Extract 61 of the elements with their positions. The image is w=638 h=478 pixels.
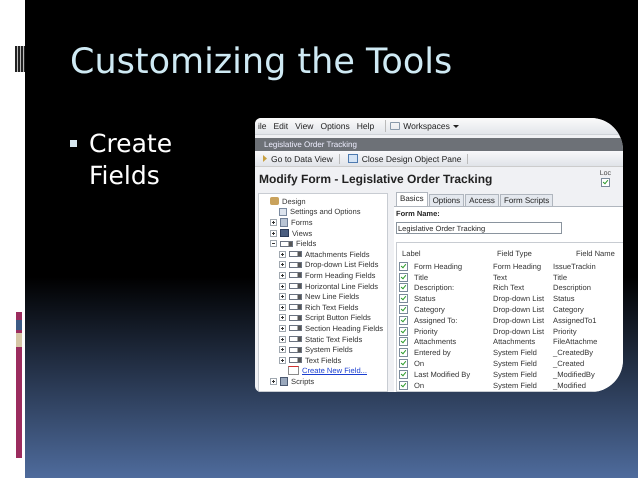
field-icon [289, 314, 302, 321]
expand-icon[interactable] [279, 356, 286, 364]
expand-icon[interactable] [279, 282, 286, 290]
menu-item[interactable]: Help [356, 121, 374, 131]
checkbox[interactable] [399, 337, 408, 346]
expand-icon[interactable] [279, 261, 286, 268]
checkbox[interactable] [399, 359, 408, 368]
field-icon [289, 294, 302, 300]
field-icon [289, 304, 302, 310]
expand-icon[interactable] [270, 218, 277, 226]
checkbox[interactable] [399, 262, 408, 271]
collapse-icon[interactable] [270, 240, 277, 248]
tab[interactable]: Access [465, 194, 499, 206]
field-icon [289, 325, 302, 332]
menu-item[interactable]: Options [320, 121, 350, 131]
expand-icon[interactable] [279, 324, 286, 332]
field-icon [289, 272, 302, 278]
checkbox[interactable] [399, 272, 408, 282]
caret-icon [452, 124, 459, 128]
bullet-text: Create Fields [89, 128, 174, 192]
stripe-decoration [15, 46, 25, 72]
expand-icon[interactable] [279, 250, 286, 258]
expand-icon[interactable] [279, 304, 286, 311]
field-icon [289, 357, 302, 364]
bullet-square-icon [70, 140, 77, 147]
checkbox[interactable] [399, 294, 408, 304]
toolbar-button[interactable]: Close Design Object Pane [348, 154, 468, 164]
expand-icon[interactable] [270, 378, 277, 385]
menu-item[interactable]: Edit [274, 121, 288, 131]
window-title: Legislative Order Tracking [255, 138, 623, 151]
menu-item[interactable]: View [295, 121, 314, 131]
field-icon [289, 251, 302, 258]
expand-icon[interactable] [270, 230, 277, 237]
expand-icon[interactable] [279, 293, 286, 300]
tab[interactable]: Form Scripts [500, 194, 554, 206]
tab[interactable]: Options [428, 194, 464, 206]
expand-icon[interactable] [279, 314, 286, 322]
checkbox[interactable] [399, 326, 408, 336]
field-icon [280, 240, 293, 247]
form-heading: Modify Form - Legislative Order Tracking [259, 171, 492, 188]
field-icon [289, 336, 302, 342]
slide-title: Customizing the Tools [70, 41, 454, 84]
menu-item[interactable]: ile [258, 121, 267, 131]
new-field-icon [288, 366, 299, 376]
checkbox[interactable] [399, 305, 408, 314]
expand-icon[interactable] [279, 346, 286, 354]
lock-checkbox[interactable] [600, 178, 610, 187]
field-icon [289, 283, 302, 290]
field-icon [289, 346, 302, 353]
field-icon [289, 262, 302, 268]
checkbox[interactable] [399, 316, 408, 325]
checkbox[interactable] [399, 370, 408, 379]
checkbox[interactable] [399, 348, 408, 358]
checkbox[interactable] [399, 283, 408, 292]
expand-icon[interactable] [279, 336, 286, 343]
toolbar-button[interactable]: Go to Data View [263, 154, 340, 164]
workspaces-button[interactable]: Workspaces [385, 120, 463, 132]
pane-icon [348, 154, 358, 163]
checkbox[interactable] [399, 380, 408, 390]
expand-icon[interactable] [279, 272, 286, 279]
tab[interactable]: Basics [396, 192, 428, 206]
